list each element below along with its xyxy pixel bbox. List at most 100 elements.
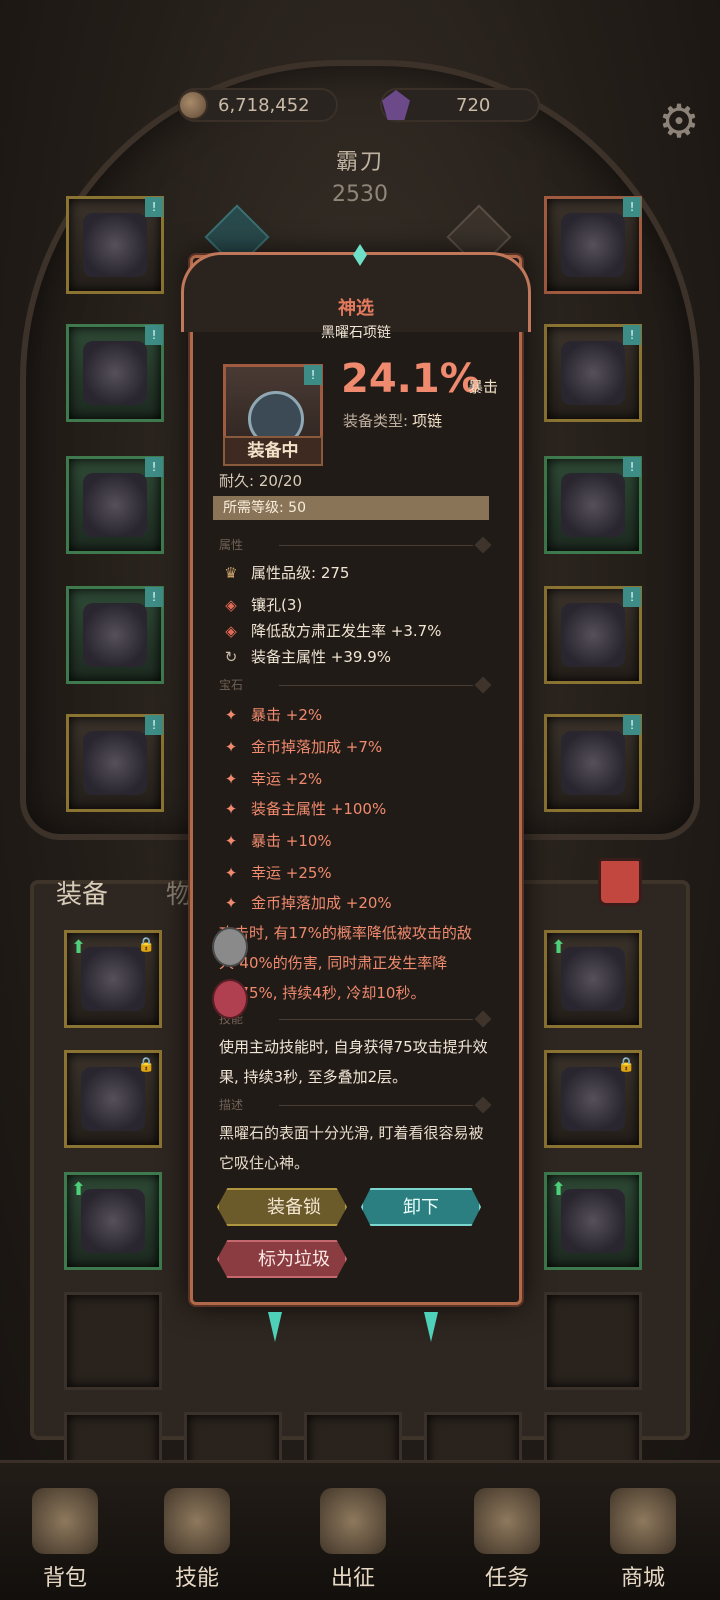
grade-badge: ! [145, 197, 163, 217]
grade-badge: ! [145, 715, 163, 735]
skill-book-icon [164, 1488, 230, 1554]
attr-row: ◈ 降低敌方肃正发生率 +3.7% [221, 620, 441, 641]
boots-icon [561, 1067, 625, 1131]
upgrade-arrow-icon: ⬆ [551, 1179, 567, 1200]
nav-backpack[interactable]: 背包 [10, 1488, 120, 1592]
grade-badge: ! [145, 457, 163, 477]
hero-name: 霸刀 [335, 150, 384, 175]
grade-badge: ! [304, 365, 322, 385]
section-attributes: 属性 [219, 536, 492, 554]
mark-as-junk-button[interactable]: 标为垃圾 [217, 1240, 347, 1278]
inventory-slot[interactable]: ⬆ [544, 1172, 642, 1270]
backpack-icon [32, 1488, 98, 1554]
gem-row: ✦ 装备主属性 +100% [221, 798, 387, 819]
lock-icon: 🔒 [617, 1057, 635, 1073]
helmet-icon [83, 213, 147, 277]
inventory-slot[interactable]: 🔒 [64, 1050, 162, 1148]
coin-icon [178, 90, 208, 120]
gem-row: ✦ 暴击 +2% [221, 704, 322, 725]
item-detail-popup: 神选 黑曜石项链 ! 装备中 24.1% 暴击 装备类型: 项链 耐久: 20/2… [181, 244, 531, 1305]
gauntlet-icon [81, 1189, 145, 1253]
equip-slot-gloves[interactable]: ! [66, 456, 164, 554]
nav-shop[interactable]: 商城 [588, 1488, 698, 1592]
inventory-slot[interactable]: ⬆ [544, 930, 642, 1028]
equipped-tag: 装备中 [223, 436, 323, 466]
inventory-slot[interactable]: ⬆ 🔒 [64, 930, 162, 1028]
sword-icon [561, 603, 625, 667]
armor-icon [83, 341, 147, 405]
skull-ring-icon [561, 341, 625, 405]
sparkle-icon: ✦ [224, 863, 238, 882]
equip-slot-armor[interactable]: ! [66, 324, 164, 422]
description-text: 黑曜石的表面十分光滑, 盯着看很容易被它吸住心神。 [219, 1124, 484, 1172]
tab-equipment[interactable]: 装备 [56, 874, 108, 911]
trash-can-icon[interactable] [598, 858, 642, 906]
durability: 耐久: 20/20 [219, 472, 303, 490]
grade-badge: ! [623, 715, 641, 735]
section-description: 描述 [219, 1096, 492, 1114]
pants-icon [83, 603, 147, 667]
equip-slot-ring[interactable]: ! [544, 324, 642, 422]
inventory-slot[interactable]: 🔒 [544, 1050, 642, 1148]
inventory-slot[interactable]: ⬆ [64, 1172, 162, 1270]
socket-icon: ◈ [225, 595, 237, 614]
shop-crown-icon [610, 1488, 676, 1554]
attr-row: ↻ 装备主属性 +39.9% [221, 646, 391, 667]
gauntlet-icon [83, 473, 147, 537]
cycle-icon: ↻ [224, 647, 238, 666]
main-stat-value: 24.1% [341, 356, 480, 402]
skill-text: 使用主动技能时, 自身获得75攻击提升效果, 持续3秒, 至多叠加2层。 [219, 1038, 488, 1086]
equip-slot-necklace[interactable]: ! [544, 196, 642, 294]
equip-slot-cloak[interactable]: ! [544, 456, 642, 554]
nav-quests[interactable]: 任务 [452, 1488, 562, 1592]
bottom-nav: 背包 技能 出征 任务 商城 [0, 1460, 720, 1600]
equip-slot-boots[interactable]: ! [66, 714, 164, 812]
gem-icon [382, 90, 410, 120]
pants-icon [81, 947, 145, 1011]
sparkle-icon: ✦ [224, 737, 238, 756]
grade-badge: ! [623, 197, 641, 217]
section-gems: 宝石 [219, 676, 492, 694]
inventory-slot-empty[interactable] [64, 1292, 162, 1390]
equip-slot-pants[interactable]: ! [66, 586, 164, 684]
inventory-slot-empty[interactable] [544, 1292, 642, 1390]
main-stat-label: 暴击 [468, 378, 499, 396]
equip-slot-trinket[interactable]: ! [544, 714, 642, 812]
gem-amount: 720 [456, 94, 491, 116]
settings-gear-icon[interactable]: ⚙ [654, 96, 704, 146]
section-skill: 技能 [219, 1010, 492, 1028]
item-name: 黑曜石项链 [321, 325, 391, 341]
armor-icon [561, 1189, 625, 1253]
grade-badge: ! [623, 457, 641, 477]
pauldron-icon [561, 947, 625, 1011]
equip-slot-helmet[interactable]: ! [66, 196, 164, 294]
special-effect-text: 攻击时, 有17%的概率降低被攻击的敌人-40%的伤害, 同时肃正发生率降低-7… [219, 924, 472, 1002]
boots-icon [83, 731, 147, 795]
equip-lock-button[interactable]: 装备锁 [217, 1188, 347, 1226]
sword-icon [320, 1488, 386, 1554]
nav-expedition[interactable]: 出征 [298, 1488, 408, 1592]
armor-icon [81, 1067, 145, 1131]
equip-slot-weapon[interactable]: ! [544, 586, 642, 684]
lock-icon: 🔒 [137, 1057, 155, 1073]
gem-row: ✦ 幸运 +25% [221, 862, 332, 883]
gem-row: ✦ 幸运 +2% [221, 768, 322, 789]
sparkle-icon: ✦ [224, 893, 238, 912]
sparkle-icon: ✦ [224, 705, 238, 724]
padlock-icon [212, 927, 248, 967]
gem-row: ✦ 金币掉落加成 +7% [221, 736, 382, 757]
grade-badge: ! [145, 325, 163, 345]
upgrade-arrow-icon: ⬆ [71, 937, 87, 958]
attr-row: ◈ 镶孔(3) [221, 594, 302, 615]
upgrade-arrow-icon: ⬆ [551, 937, 567, 958]
upgrade-arrow-icon: ⬆ [71, 1179, 87, 1200]
grade-badge: ! [145, 587, 163, 607]
grade-badge: ! [623, 325, 641, 345]
socket-icon: ◈ [225, 621, 237, 640]
nav-skills[interactable]: 技能 [142, 1488, 252, 1592]
quality-icon: ♛ [224, 563, 238, 582]
lock-icon: 🔒 [137, 937, 155, 953]
unequip-button[interactable]: 卸下 [361, 1188, 481, 1226]
gold-amount: 6,718,452 [218, 94, 310, 116]
gem-row: ✦ 金币掉落加成 +20% [221, 892, 392, 913]
